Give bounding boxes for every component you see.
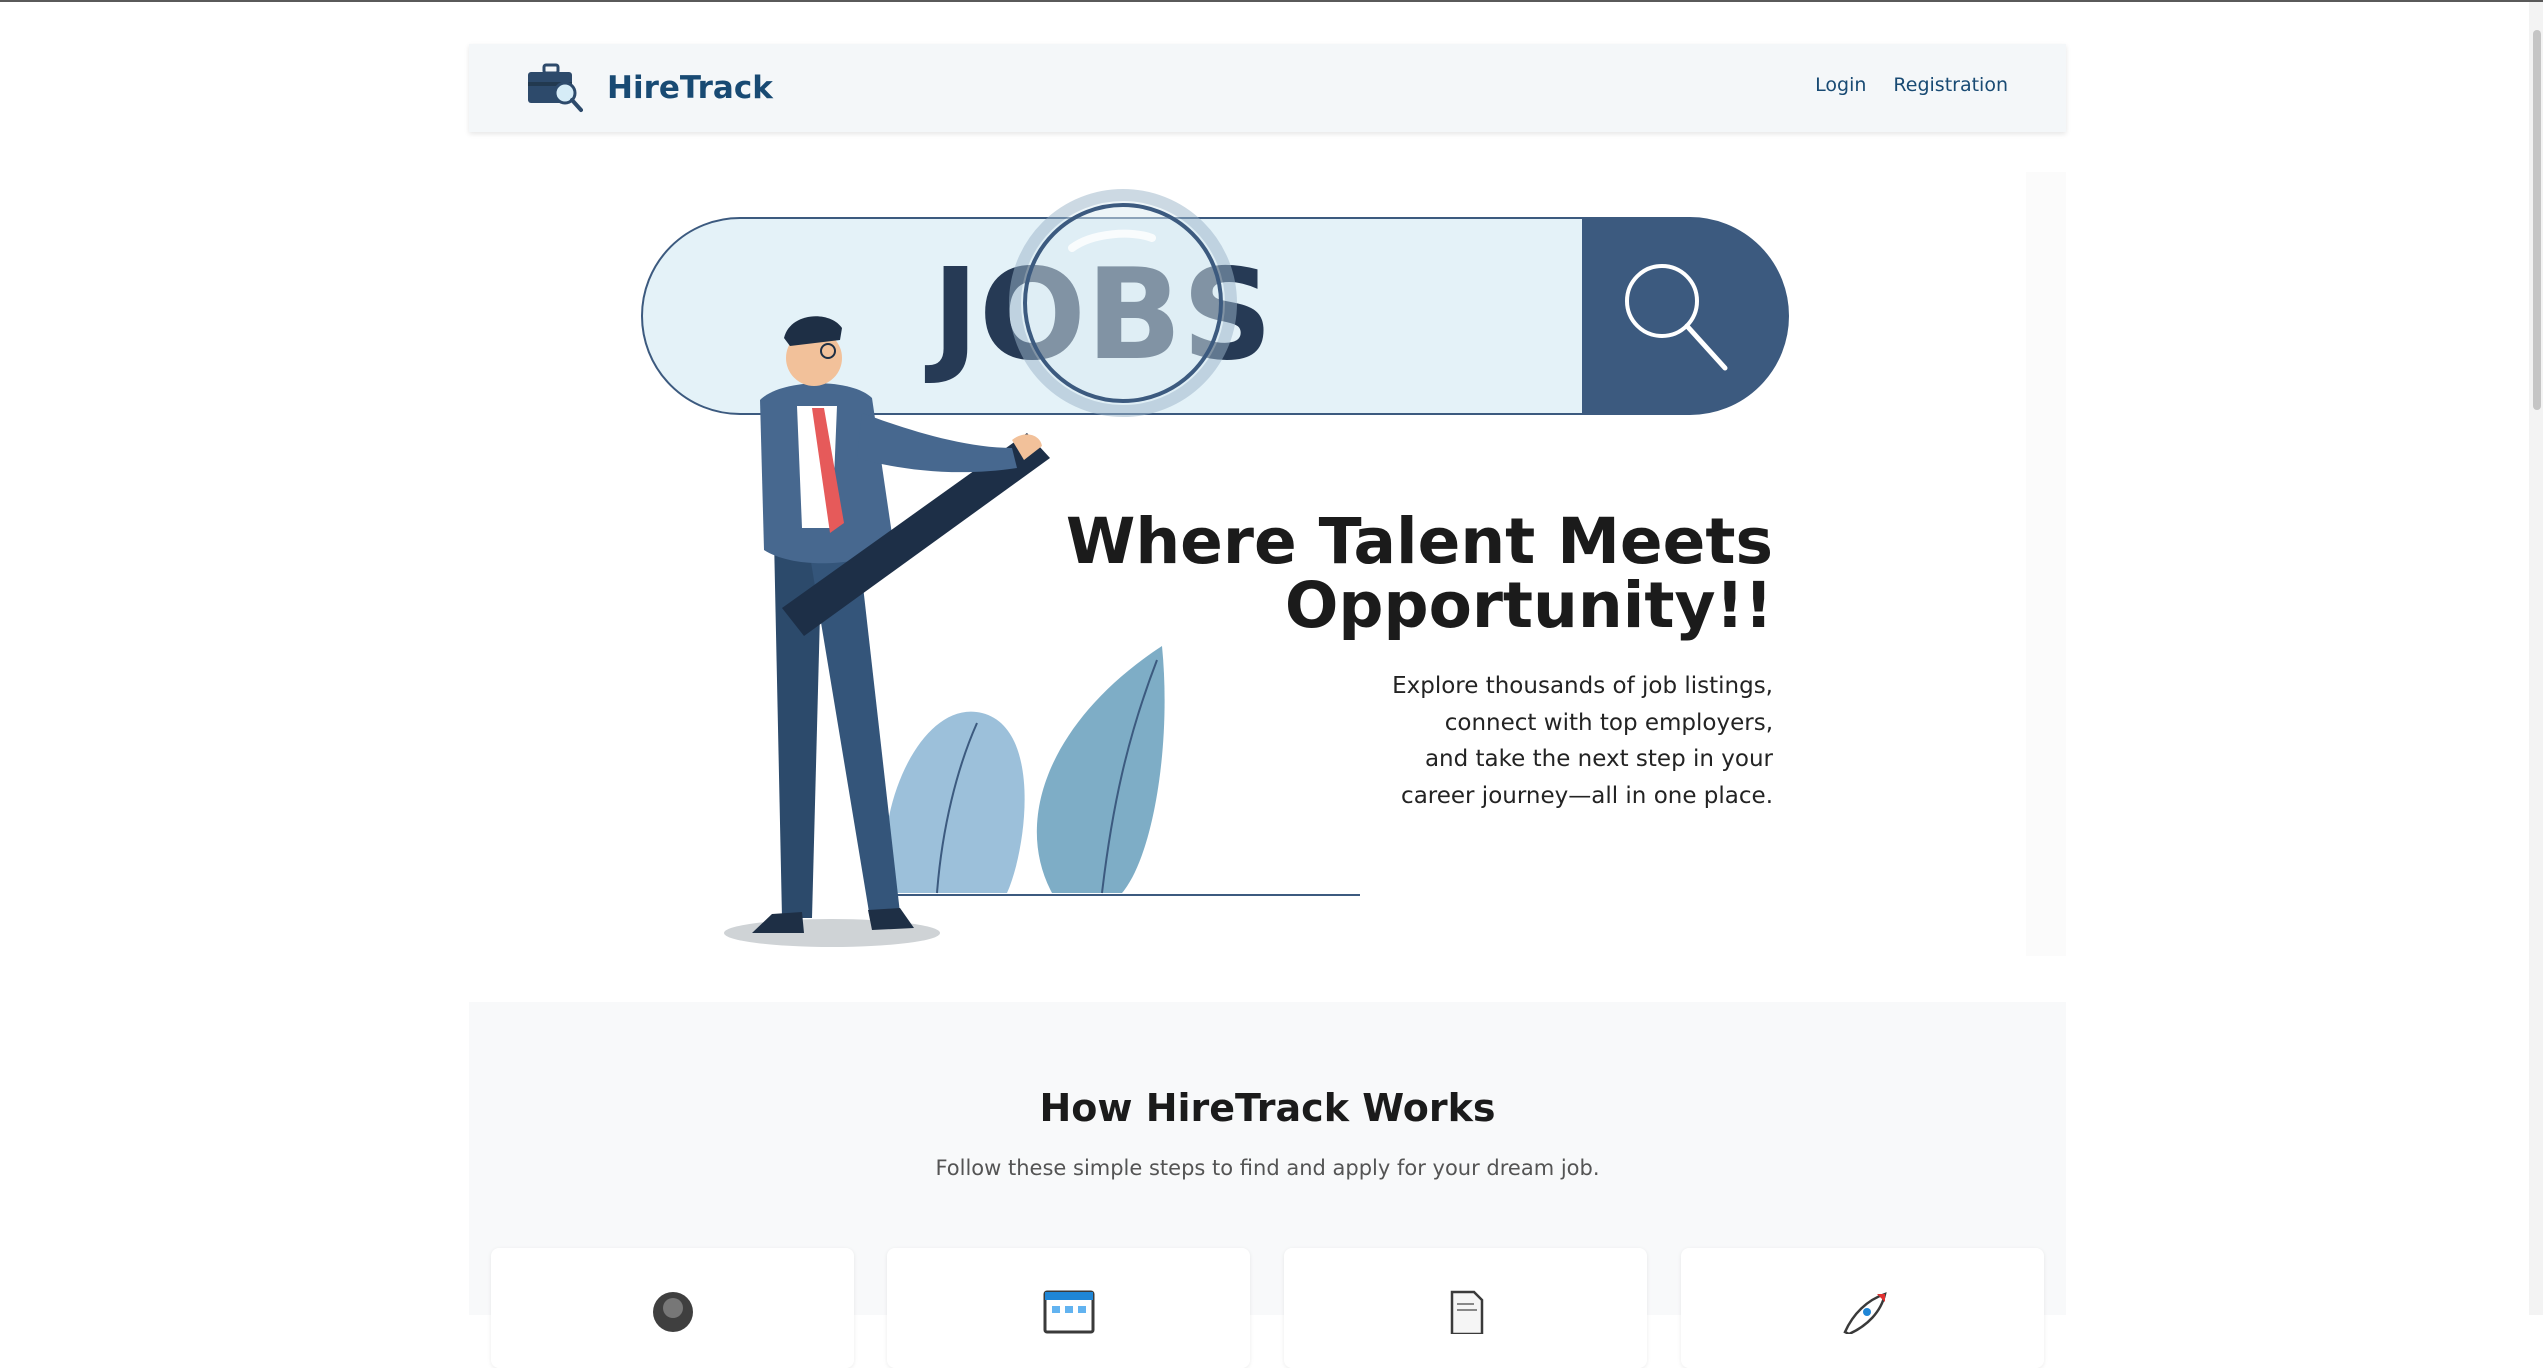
nav-links: Login Registration <box>1815 74 2008 96</box>
step-card <box>1284 1248 1647 1368</box>
person-icon <box>652 1292 693 1332</box>
rocket-icon <box>1842 1292 1887 1334</box>
brand-link[interactable]: HireTrack <box>527 62 773 114</box>
hero-title-line2: Opportunity!! <box>1284 569 1773 642</box>
vertical-scrollbar[interactable] <box>2529 2 2543 1315</box>
step-card <box>1681 1248 2044 1368</box>
hero-subtitle-line: career journey—all in one place. <box>1401 782 1773 809</box>
scrollbar-thumb[interactable] <box>2533 30 2541 410</box>
browser-window-icon <box>1043 1290 1094 1334</box>
hero-subtitle: Explore thousands of job listings, conne… <box>1060 668 1773 814</box>
login-link[interactable]: Login <box>1815 74 1866 96</box>
navbar: HireTrack Login Registration <box>469 44 2066 132</box>
hero-side-panel <box>2026 172 2066 956</box>
hero-text: Where Talent Meets Opportunity!! Explore… <box>1060 510 1773 814</box>
hero-title-line1: Where Talent Meets <box>1065 505 1773 578</box>
document-icon <box>1450 1290 1483 1334</box>
hero-title: Where Talent Meets Opportunity!! <box>1060 510 1773 638</box>
section-subtitle: Follow these simple steps to find and ap… <box>935 1156 1600 1180</box>
registration-link[interactable]: Registration <box>1893 74 2008 96</box>
hero-subtitle-line: Explore thousands of job listings, <box>1392 673 1773 699</box>
step-card <box>887 1248 1250 1368</box>
how-it-works-section: How HireTrack Works Follow these simple … <box>469 1002 2066 1368</box>
hero-subtitle-line: and take the next step in your <box>1424 746 1773 772</box>
briefcase-search-icon <box>528 63 583 112</box>
hero-subtitle-line: connect with top employers, <box>1444 709 1773 736</box>
window-top-border <box>0 0 2543 2</box>
step-card <box>491 1248 854 1368</box>
brand-name: HireTrack <box>607 70 773 106</box>
section-title: How HireTrack Works <box>1039 1086 1496 1130</box>
